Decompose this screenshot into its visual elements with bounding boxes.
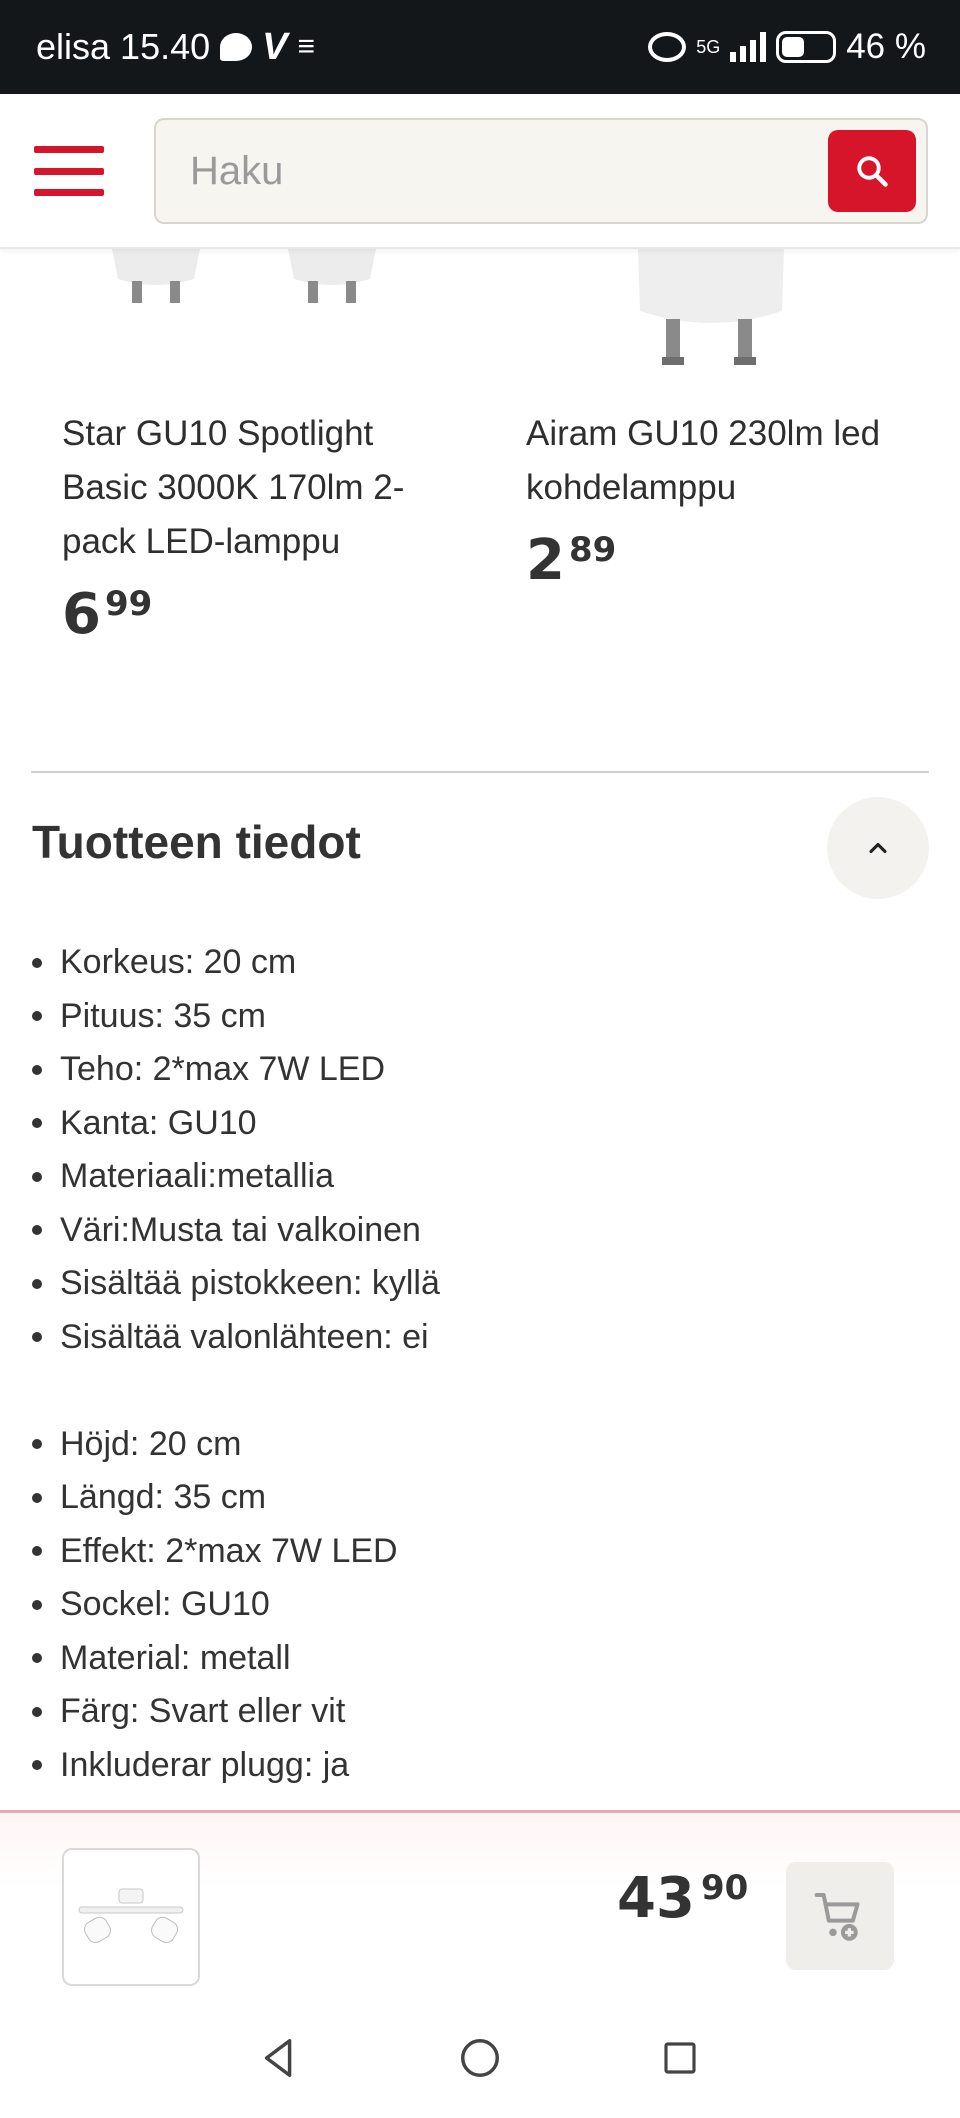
search-button[interactable] (828, 130, 916, 212)
product-image (526, 249, 946, 379)
product-price: 2 89 (526, 533, 946, 589)
battery-icon (776, 31, 837, 63)
network-type: 5G (696, 37, 721, 57)
list-item: Teho: 2*max 7W LED (32, 1043, 912, 1097)
price-whole: 6 (62, 582, 101, 647)
clock: 15.40 (120, 26, 211, 67)
bulb-image (638, 249, 784, 365)
product-price: 6 99 (62, 587, 482, 643)
cast-icon: ≡ (297, 30, 316, 63)
list-item: Materiaali:metallia (32, 1150, 912, 1204)
price-whole: 43 (617, 1866, 695, 1931)
product-details-list: Korkeus: 20 cm Pituus: 35 cm Teho: 2*max… (32, 936, 912, 1792)
system-nav-bar (0, 2000, 960, 2118)
collapse-button[interactable] (827, 797, 929, 899)
list-item: Korkeus: 20 cm (32, 936, 912, 990)
product-thumbnail[interactable] (62, 1848, 200, 1986)
status-bar: elisa 15.40 V ≡ 5G 46 % (0, 0, 960, 94)
menu-icon[interactable] (34, 146, 104, 196)
list-item: Färg: Svart eller vit (32, 1685, 912, 1739)
site-header (0, 94, 960, 249)
list-item: Sockel: GU10 (32, 1578, 912, 1632)
product-card[interactable]: Star GU10 Spotlight Basic 3000K 170lm 2-… (62, 249, 482, 643)
related-products: Star GU10 Spotlight Basic 3000K 170lm 2-… (0, 249, 960, 769)
battery-percent: 46 % (846, 27, 926, 66)
hotspot-icon (648, 32, 687, 62)
signal-icon (730, 32, 767, 62)
product-price: 43 90 (617, 1871, 748, 1927)
list-item: Höjd: 20 cm (32, 1418, 912, 1472)
add-to-cart-icon (814, 1893, 860, 1941)
section-divider (31, 771, 929, 773)
product-card[interactable]: Airam GU10 230lm led kohdelamppu 2 89 (526, 249, 946, 589)
add-to-cart-button[interactable] (786, 1862, 894, 1970)
list-item: Kanta: GU10 (32, 1097, 912, 1151)
price-cents: 99 (104, 584, 153, 624)
search-icon (857, 156, 888, 187)
carrier-label: elisa (36, 26, 111, 67)
status-left: elisa 15.40 V ≡ (36, 0, 315, 94)
v-app-icon: V (262, 25, 288, 68)
section-title[interactable]: Tuotteen tiedot (32, 815, 361, 869)
status-right: 5G 46 % (648, 0, 926, 94)
back-icon[interactable] (248, 2026, 312, 2090)
sticky-purchase-bar: 43 90 (0, 1810, 960, 2000)
details-list-sv: Höjd: 20 cm Längd: 35 cm Effekt: 2*max 7… (32, 1418, 912, 1793)
list-item: Sisältää valonlähteen: ei (32, 1311, 912, 1365)
price-cents: 89 (568, 530, 617, 570)
list-item: Väri:Musta tai valkoinen (32, 1204, 912, 1258)
search-bar (154, 118, 928, 224)
message-icon (220, 33, 253, 61)
list-item: Inkluderar plugg: ja (32, 1739, 912, 1793)
list-item: Längd: 35 cm (32, 1471, 912, 1525)
details-list-fi: Korkeus: 20 cm Pituus: 35 cm Teho: 2*max… (32, 936, 912, 1364)
product-title[interactable]: Star GU10 Spotlight Basic 3000K 170lm 2-… (62, 407, 462, 569)
list-item: Sisältää pistokkeen: kyllä (32, 1257, 912, 1311)
product-image (62, 249, 482, 379)
spotlight-image (78, 1888, 184, 1943)
list-item: Material: metall (32, 1632, 912, 1686)
bulb-pair-image (112, 249, 376, 303)
list-item: Effekt: 2*max 7W LED (32, 1525, 912, 1579)
search-input[interactable] (190, 120, 750, 222)
price-cents: 90 (700, 1868, 749, 1908)
price-whole: 2 (526, 528, 565, 593)
chevron-up-icon (869, 842, 887, 854)
home-icon[interactable] (448, 2026, 512, 2090)
recents-icon[interactable] (648, 2026, 712, 2090)
list-item: Pituus: 35 cm (32, 990, 912, 1044)
product-title[interactable]: Airam GU10 230lm led kohdelamppu (526, 407, 926, 515)
